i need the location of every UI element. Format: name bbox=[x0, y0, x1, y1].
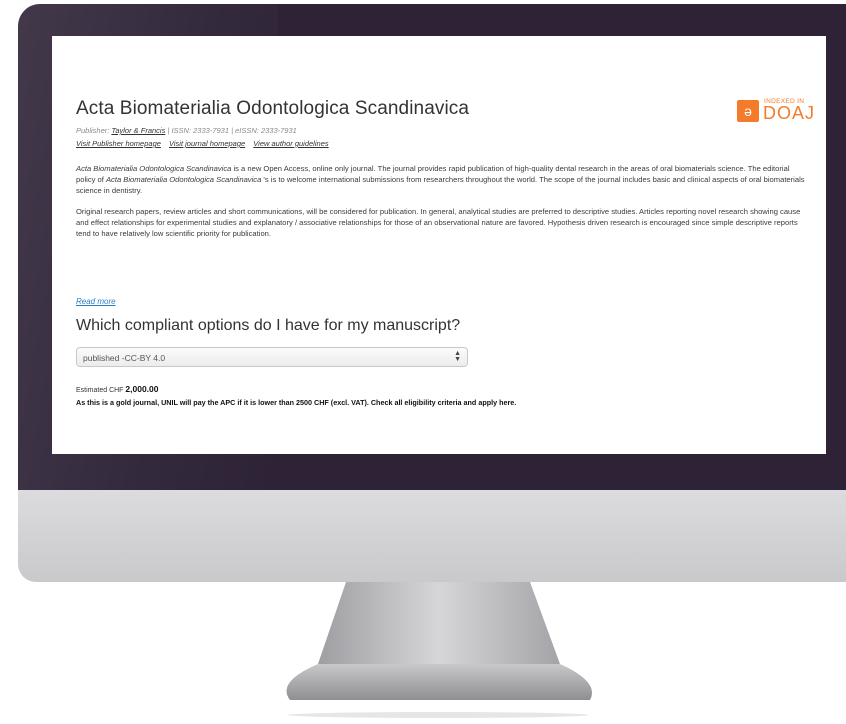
estimated-cost: Estimated CHF 2,000.00 bbox=[76, 384, 159, 394]
read-more-link[interactable]: Read more bbox=[76, 297, 116, 306]
journal-name-italic-2: Acta Biomaterialia Odontologica Scandina… bbox=[105, 175, 262, 184]
monitor-stand bbox=[286, 582, 592, 700]
estimate-value: 2,000.00 bbox=[125, 384, 159, 394]
select-arrows-icon: ▲ ▼ bbox=[454, 350, 461, 363]
options-heading: Which compliant options do I have for my… bbox=[76, 317, 461, 334]
text-fade bbox=[52, 278, 826, 292]
doaj-badge[interactable]: ə INDEXED IN DOAJ bbox=[737, 96, 814, 124]
estimate-label: Estimated CHF bbox=[76, 387, 126, 394]
issn-text: | ISSN: 2333-7931 | eISSN: 2333-7931 bbox=[165, 126, 297, 135]
apc-note[interactable]: As this is a gold journal, UNIL will pay… bbox=[76, 398, 516, 407]
journal-info: Acta Biomaterialia Odontologica Scandina… bbox=[76, 98, 806, 239]
publisher-prefix: Publisher: bbox=[76, 126, 112, 135]
journal-links: Visit Publisher homepage Visit journal h… bbox=[76, 139, 806, 148]
license-select-value: published -CC-BY 4.0 bbox=[83, 353, 166, 363]
publisher-link[interactable]: Taylor & Francis bbox=[111, 126, 165, 135]
publisher-meta: Publisher: Taylor & Francis | ISSN: 2333… bbox=[76, 126, 806, 135]
license-select[interactable]: published -CC-BY 4.0 ▲ ▼ bbox=[76, 347, 468, 367]
description-paragraph-2: Original research papers, review article… bbox=[76, 207, 801, 238]
author-guidelines-link[interactable]: View author guidelines bbox=[253, 139, 328, 148]
doaj-name: DOAJ bbox=[763, 103, 816, 123]
page-title: Acta Biomaterialia Odontologica Scandina… bbox=[76, 98, 470, 119]
journal-homepage-link[interactable]: Visit journal homepage bbox=[169, 139, 245, 148]
stand-shadow bbox=[288, 712, 588, 718]
screen: Acta Biomaterialia Odontologica Scandina… bbox=[52, 36, 826, 454]
monitor-chin bbox=[18, 490, 846, 582]
journal-name-italic: Acta Biomaterialia Odontologica Scandina… bbox=[76, 164, 232, 173]
description-paragraph-1: Acta Biomaterialia Odontologica Scandina… bbox=[76, 163, 806, 196]
publisher-homepage-link[interactable]: Visit Publisher homepage bbox=[76, 139, 161, 148]
open-access-icon: ə bbox=[737, 100, 759, 122]
